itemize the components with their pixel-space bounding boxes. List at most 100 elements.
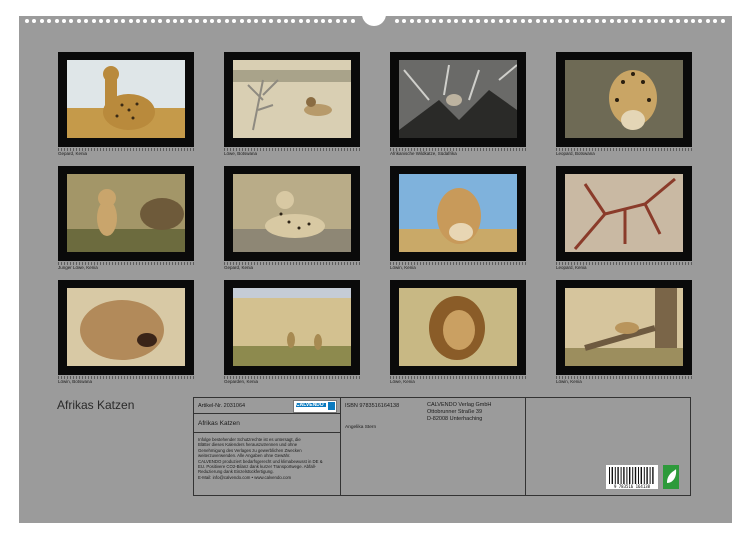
binding-hole [113, 19, 118, 23]
binding-hole [217, 19, 222, 23]
photo-caption: Leopard, Kenia [556, 265, 587, 270]
binding-hole [676, 19, 681, 23]
binding-hole [417, 19, 422, 23]
binding-hole [454, 19, 459, 23]
binding-hole [62, 19, 66, 23]
binding-hole [409, 19, 414, 23]
binding-hole [136, 19, 140, 23]
photo-caption: Löwin, Kenia [390, 265, 416, 270]
info-row-divider-2 [193, 432, 340, 433]
photo-thumb-9[interactable] [58, 280, 194, 375]
binding-hole [298, 19, 303, 23]
product-title: Afrikas Katzen [198, 420, 240, 427]
binding-hole [261, 19, 266, 23]
binding-hole [54, 19, 59, 23]
photo-thumb-12[interactable] [556, 280, 692, 375]
binding-hole [202, 19, 207, 23]
publisher-line: Ottobrunner Straße 39 [427, 409, 483, 415]
photo-caption: Löwin, Botswana [58, 379, 93, 384]
legal-line: E-Mail: info@calvendo.com • www.calvendo… [198, 474, 292, 480]
leopard-portrait-image [565, 60, 683, 138]
photo-thumb-3[interactable] [390, 52, 526, 147]
binding-hole [313, 19, 318, 23]
binding-hole [550, 19, 555, 23]
eco-leaf-icon [663, 465, 679, 489]
legal-text: Infolge bestehender Schutzrechte ist es … [198, 437, 338, 480]
binding-hole [646, 19, 651, 23]
binding-hole [483, 19, 488, 23]
binding-hole [565, 19, 570, 23]
binding-hole [535, 19, 540, 23]
photo-thumb-11[interactable] [390, 280, 526, 375]
photo-caption: Geparden, Kenia [224, 379, 259, 384]
lion-lying-image [233, 60, 351, 138]
binding-hole [276, 19, 281, 23]
binding-hole [691, 19, 695, 23]
binding-hole [269, 19, 274, 23]
binding-hole [506, 19, 510, 23]
binding-hole [654, 19, 658, 23]
binding-hole [594, 19, 599, 23]
cheetahs-savanna-image [233, 288, 351, 366]
binding-hole [291, 19, 296, 23]
binding-hole [328, 19, 333, 23]
binding-hole [232, 19, 237, 23]
photo-caption: Leopard, Botswana [556, 151, 595, 156]
publisher-address: CALVENDO Verlag GmbH Ottobrunner Straße 3… [427, 402, 491, 423]
svg-text:9 783516 164138: 9 783516 164138 [614, 484, 651, 489]
photo-caption: Afrikanische Wildkatze, Südafrika [390, 151, 457, 156]
binding-hole [69, 19, 74, 23]
binding-hole [520, 19, 525, 23]
binding-hole [335, 19, 340, 23]
cheetah-resting-image [233, 174, 351, 252]
photo-caption: Löwin, Kenia [556, 379, 582, 384]
wildcat-image [399, 60, 517, 138]
isbn: ISBN 9783516164138 [345, 403, 400, 409]
photo-thumb-1[interactable] [58, 52, 194, 147]
photo-thumb-6[interactable] [224, 166, 360, 261]
binding-hole [343, 19, 348, 23]
photo-thumb-2[interactable] [224, 52, 360, 147]
binding-hole [76, 19, 81, 23]
leopard-in-tree-image [565, 174, 683, 252]
binding-hole [513, 19, 518, 23]
binding-hole [39, 19, 44, 23]
photo-thumb-5[interactable] [58, 166, 194, 261]
binding-hole [705, 19, 710, 23]
binding-hole [47, 19, 52, 23]
binding-hole [580, 19, 584, 23]
photo-caption: Junger Löwe, Kenia [58, 265, 98, 270]
info-divider-1 [340, 397, 341, 495]
calvendo-logo: CALVENDO [293, 400, 337, 413]
binding-hole [99, 19, 103, 23]
binding-hole [476, 19, 481, 23]
binding-hole [698, 19, 703, 23]
binding-hole [128, 19, 133, 23]
young-lion-image [67, 174, 185, 252]
binding-hole [624, 19, 629, 23]
photo-thumb-4[interactable] [556, 52, 692, 147]
binding-hole [631, 19, 636, 23]
photo-thumb-8[interactable] [556, 166, 692, 261]
photo-thumb-10[interactable] [224, 280, 360, 375]
binding-hole [195, 19, 200, 23]
binding-hole [284, 19, 288, 23]
binding-hole [254, 19, 259, 23]
lioness-on-log-image [565, 288, 683, 366]
binding-hole [446, 19, 451, 23]
binding-hole [224, 19, 229, 23]
male-lion-image [399, 288, 517, 366]
binding-hole [498, 19, 503, 23]
binding-hole [617, 19, 621, 23]
binding-hole [557, 19, 562, 23]
photo-thumb-7[interactable] [390, 166, 526, 261]
binding-hole [143, 19, 148, 23]
binding-hole [720, 19, 725, 23]
binding-hole [210, 19, 214, 23]
binding-hole [469, 19, 473, 23]
ean-barcode: 9 783516 164138 [606, 465, 658, 489]
info-row-divider-1 [193, 413, 340, 414]
binding-hole [173, 19, 177, 23]
binding-hole [180, 19, 185, 23]
binding-hole [121, 19, 126, 23]
